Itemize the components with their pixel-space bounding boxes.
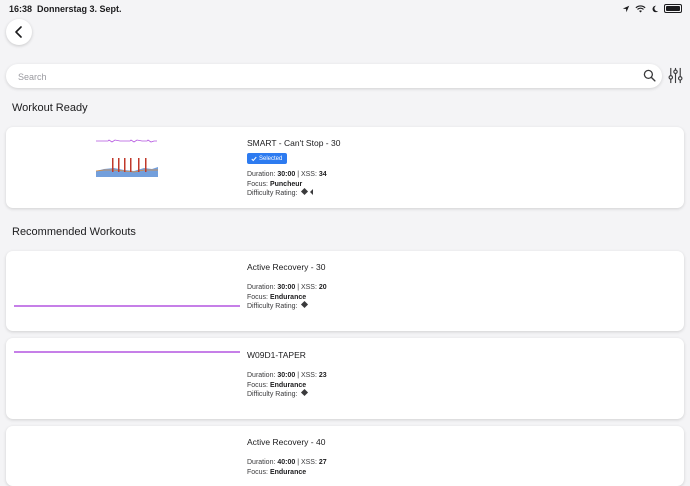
- workout-meta: Duration: 30:00 | XSS: 20 Focus: Enduran…: [247, 283, 327, 312]
- difficulty-diamond-icon: [301, 188, 309, 196]
- back-button[interactable]: [6, 19, 32, 45]
- moon-icon: [652, 5, 659, 12]
- workout-focus-line: Focus: Endurance: [247, 293, 307, 301]
- chevron-left-icon: [15, 26, 22, 38]
- recommended-card-3[interactable]: Active Recovery - 40 Duration: 40:00 | X…: [6, 426, 684, 486]
- recommended-card-2[interactable]: W09D1-TAPER Duration: 30:00 | XSS: 23 Fo…: [6, 338, 684, 419]
- checkmark-icon: [251, 156, 257, 161]
- wifi-icon: [635, 4, 646, 13]
- workout-duration: 30:00: [277, 372, 296, 379]
- workout-focus: Puncheur: [269, 180, 303, 188]
- workout-title: Active Recovery - 30: [247, 262, 326, 272]
- workout-duration: 30:00: [277, 284, 296, 291]
- workout-duration: 30:00: [277, 171, 296, 178]
- workout-difficulty-line: Difficulty Rating:: [247, 188, 327, 199]
- recommended-card-1[interactable]: Active Recovery - 30 Duration: 30:00 | X…: [6, 251, 684, 331]
- workout-duration-line: Duration: 30:00 | XSS: 34: [247, 171, 327, 178]
- workout-focus: Endurance: [269, 468, 307, 476]
- workout-title: SMART - Can't Stop - 30: [247, 138, 341, 148]
- workout-title: Active Recovery - 40: [247, 437, 326, 447]
- workout-focus-line: Focus: Endurance: [247, 468, 307, 476]
- selected-badge: Selected: [247, 153, 288, 164]
- workout-xss: 27: [318, 459, 327, 466]
- workout-duration: 40:00: [277, 459, 296, 466]
- filter-sliders-icon[interactable]: [667, 67, 684, 84]
- workout-duration-line: Duration: 30:00 | XSS: 23: [247, 372, 327, 379]
- workout-xss: 34: [318, 171, 327, 178]
- workout-focus-line: Focus: Puncheur: [247, 180, 303, 188]
- status-icons: [622, 4, 682, 13]
- workout-meta: Duration: 30:00 | XSS: 23 Focus: Enduran…: [247, 371, 327, 400]
- section-title-workout-ready: Workout Ready: [12, 102, 88, 114]
- workout-duration-line: Duration: 30:00 | XSS: 20: [247, 284, 327, 291]
- search-bar[interactable]: [6, 64, 662, 88]
- workout-xss: 20: [318, 284, 327, 291]
- search-input[interactable]: [16, 68, 620, 86]
- workout-profile-preview: [95, 139, 158, 177]
- workout-meta: Duration: 30:00 | XSS: 34 Focus: Puncheu…: [247, 170, 327, 199]
- difficulty-diamond-icon: [301, 301, 309, 309]
- workout-focus-line: Focus: Endurance: [247, 381, 307, 389]
- workout-focus: Endurance: [269, 293, 307, 301]
- location-arrow-icon: [622, 5, 630, 12]
- status-time: 16:38: [9, 4, 33, 14]
- workout-meta: Duration: 40:00 | XSS: 27 Focus: Enduran…: [247, 458, 327, 477]
- status-date: Donnerstag 3. Sept.: [37, 4, 122, 14]
- difficulty-half-diamond-icon: [310, 189, 314, 196]
- battery-icon: [664, 4, 682, 13]
- workout-difficulty-line: Difficulty Rating:: [247, 389, 327, 400]
- workout-focus: Endurance: [269, 381, 307, 389]
- selected-badge-label: Selected: [259, 155, 283, 162]
- search-icon[interactable]: [643, 69, 656, 82]
- workout-profile-preview: [14, 351, 240, 353]
- workout-ready-card[interactable]: SMART - Can't Stop - 30 Selected Duratio…: [6, 127, 684, 208]
- workout-title: W09D1-TAPER: [247, 350, 306, 360]
- workout-xss: 23: [318, 372, 327, 379]
- status-bar: 16:38 Donnerstag 3. Sept.: [0, 0, 690, 18]
- workout-profile-preview: [14, 305, 240, 307]
- workout-difficulty-line: Difficulty Rating:: [247, 301, 327, 312]
- difficulty-diamond-icon: [301, 389, 309, 397]
- section-title-recommended: Recommended Workouts: [12, 226, 136, 238]
- workout-duration-line: Duration: 40:00 | XSS: 27: [247, 459, 327, 466]
